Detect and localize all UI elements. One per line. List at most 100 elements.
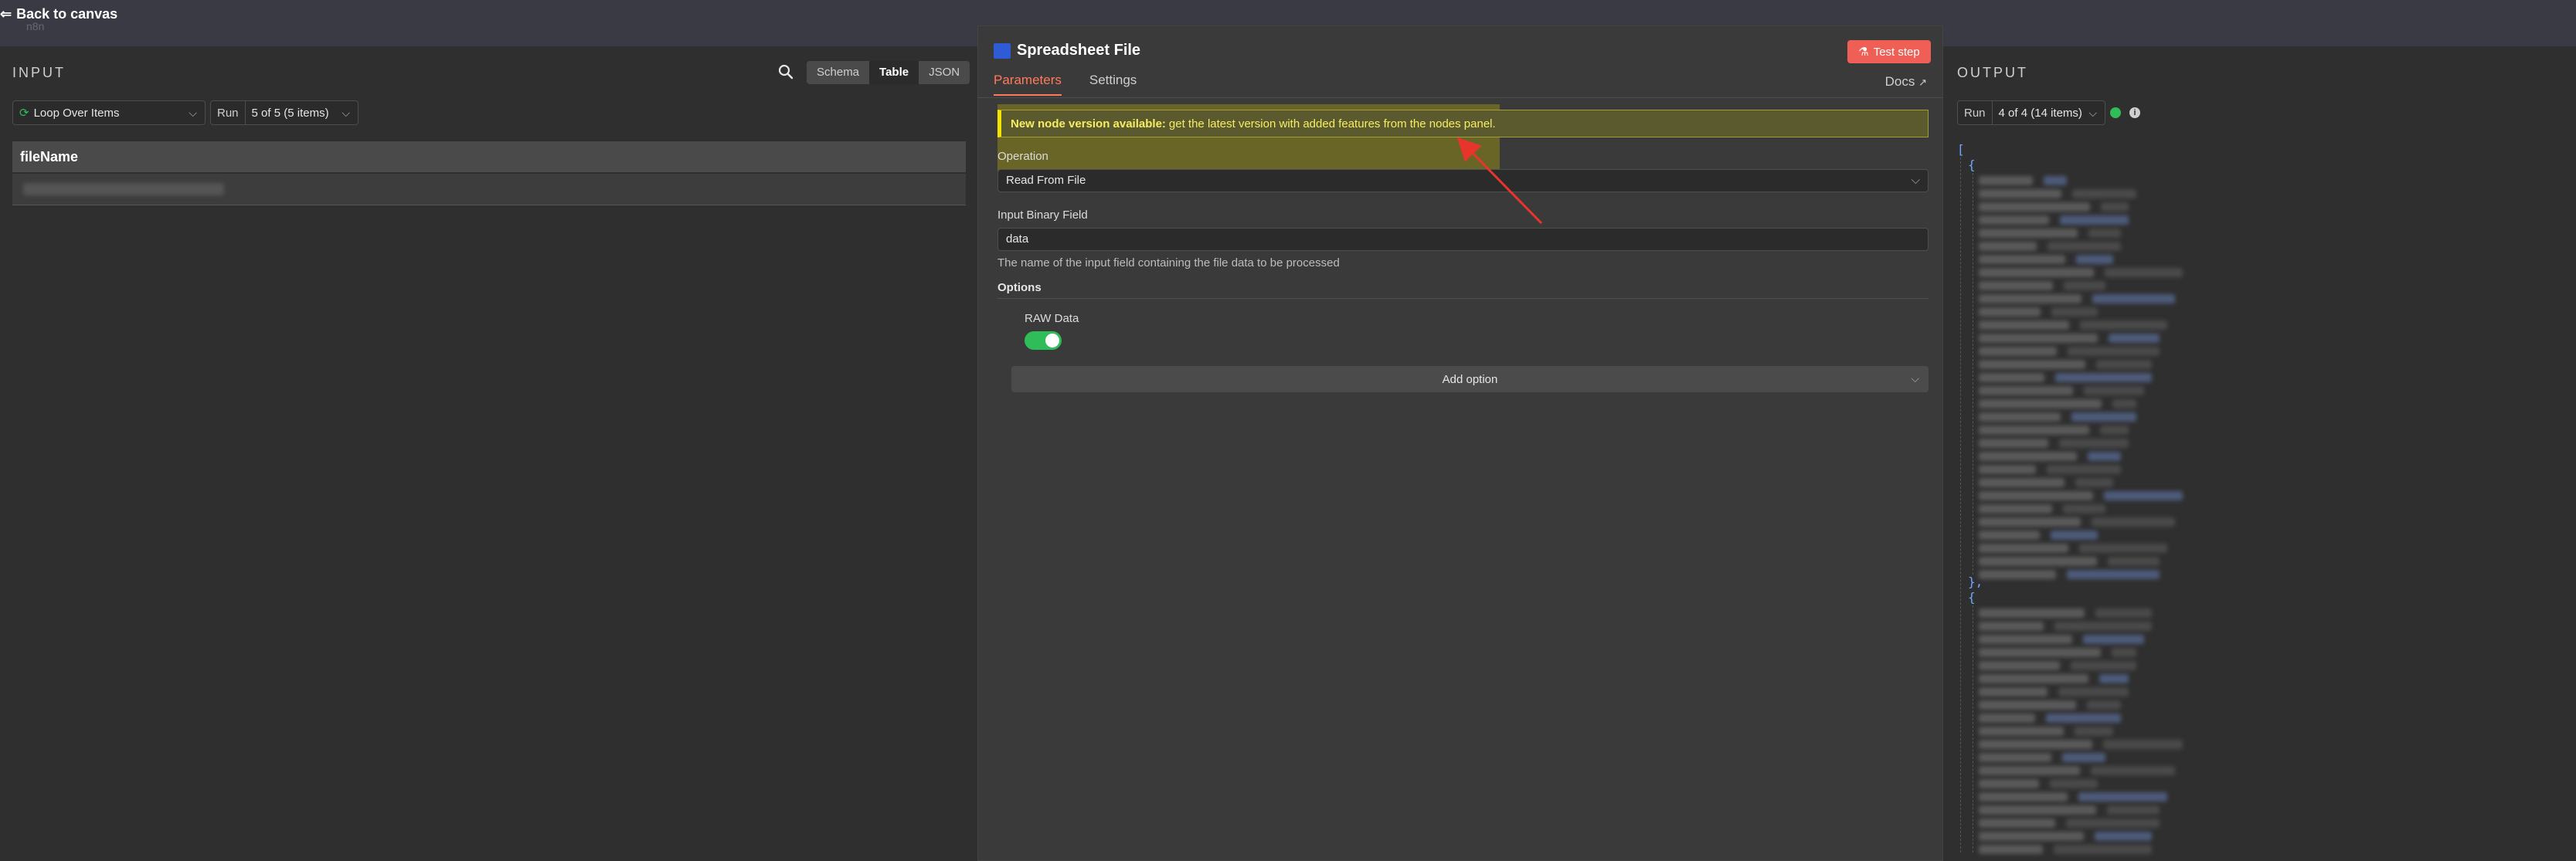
redacted-json-line xyxy=(1979,608,2085,618)
raw-data-toggle[interactable] xyxy=(1025,331,1062,350)
run-value: 5 of 5 (5 items) xyxy=(251,106,329,120)
redacted-json-line xyxy=(2100,425,2129,435)
tab-settings[interactable]: Settings xyxy=(1089,73,1137,96)
redacted-json-line xyxy=(2064,281,2105,290)
docs-label: Docs xyxy=(1884,74,1915,89)
redacted-json-line xyxy=(2083,635,2144,644)
redacted-json-line xyxy=(2101,202,2129,212)
output-run-select[interactable]: Run 4 of 4 (14 items) ⌵ xyxy=(1957,100,2105,125)
logo-text: n8n xyxy=(26,20,45,32)
redacted-json-line xyxy=(1979,504,2052,514)
view-mode-switch: Schema Table JSON xyxy=(807,61,970,84)
redacted-json-line xyxy=(2088,229,2121,238)
redacted-json-line xyxy=(2058,687,2129,697)
redacted-json-line xyxy=(2051,530,2098,540)
redacted-json-line xyxy=(2092,517,2175,527)
back-arrow-icon: ⇐ xyxy=(0,6,12,22)
notice-title: New node version available: xyxy=(1011,117,1166,131)
redacted-json-line xyxy=(1979,766,2080,775)
redacted-json-line xyxy=(2072,189,2136,198)
run-select[interactable]: Run 5 of 5 (5 items) ⌵ xyxy=(210,100,359,125)
redacted-json-line xyxy=(1979,268,2094,277)
operation-value: Read From File xyxy=(1006,174,1086,187)
redacted-json-line xyxy=(1979,674,2088,683)
back-to-canvas-link[interactable]: ⇐ Back to canvas xyxy=(0,6,117,22)
redacted-json-line xyxy=(1979,700,2076,710)
operation-select[interactable]: Read From File ⌵ xyxy=(997,169,1929,192)
node-tabs: Parameters Settings xyxy=(994,73,1137,96)
redacted-json-line xyxy=(1979,360,2085,369)
table-row[interactable] xyxy=(12,174,966,205)
redacted-json-line xyxy=(2079,544,2167,553)
redacted-json-line xyxy=(1979,320,2069,330)
redacted-json-line xyxy=(2071,412,2136,422)
redacted-json-line xyxy=(1979,530,2040,540)
redacted-json-line xyxy=(1979,832,2084,841)
output-title: OUTPUT xyxy=(1957,65,2028,80)
redacted-json-line xyxy=(1979,439,2048,448)
options-title: Options xyxy=(997,281,1042,294)
redacted-json-line xyxy=(2050,779,2098,788)
redacted-json-line xyxy=(2092,294,2175,303)
view-tab-schema[interactable]: Schema xyxy=(807,61,869,84)
raw-data-label: RAW Data xyxy=(1025,312,1079,325)
redacted-json-line xyxy=(2060,215,2129,225)
redacted-json-line xyxy=(1979,557,2097,566)
test-step-button[interactable]: ⚗ Test step xyxy=(1847,40,1931,63)
redacted-json-line xyxy=(2088,452,2121,461)
redacted-json-line xyxy=(1979,779,2039,788)
redacted-json-line xyxy=(2044,176,2067,185)
redacted-json-line xyxy=(1979,819,2055,828)
redacted-json-line xyxy=(2112,648,2136,657)
redacted-json-line xyxy=(1979,792,2068,802)
source-node-select[interactable]: ⟳ Loop Over Items ⌵ xyxy=(12,100,206,125)
view-tab-json[interactable]: JSON xyxy=(919,61,970,84)
redacted-json-line xyxy=(2054,622,2152,631)
redacted-json-line xyxy=(1979,452,2077,461)
docs-link[interactable]: Docs ↗ xyxy=(1885,74,1927,90)
redacted-json-line xyxy=(1979,176,2033,185)
operation-label: Operation xyxy=(997,150,1048,163)
chevron-down-icon: ⌵ xyxy=(189,107,197,119)
redacted-json-line xyxy=(1979,517,2081,527)
options-divider xyxy=(997,298,1929,299)
redacted-json-line xyxy=(2096,360,2152,369)
redacted-json-line xyxy=(2095,608,2152,618)
redacted-json-line xyxy=(2105,268,2183,277)
chevron-down-icon: ⌵ xyxy=(1911,372,1919,385)
redacted-json-line xyxy=(1979,399,2102,408)
redacted-json-line xyxy=(1979,189,2061,198)
redacted-json-line xyxy=(1979,386,2073,395)
test-step-label: Test step xyxy=(1873,45,1920,59)
redacted-json-line xyxy=(1979,215,2049,225)
binary-field-value: data xyxy=(1006,232,1029,246)
info-icon[interactable]: i xyxy=(2129,107,2140,118)
add-option-button[interactable]: Add option ⌵ xyxy=(1011,366,1929,392)
redacted-json-line xyxy=(1979,753,2051,762)
redacted-json-line xyxy=(2108,557,2160,566)
redacted-json-line xyxy=(2048,242,2121,251)
tab-parameters[interactable]: Parameters xyxy=(994,73,1062,96)
search-icon[interactable] xyxy=(777,63,794,80)
redacted-json-line xyxy=(1979,544,2068,553)
redacted-json-line xyxy=(1979,202,2090,212)
flask-icon: ⚗ xyxy=(1858,46,1869,59)
redacted-json-line xyxy=(1979,425,2089,435)
node-settings-panel: Spreadsheet File ⚗ Test step Parameters … xyxy=(977,25,1943,861)
run-label: Run xyxy=(211,101,246,124)
node-title[interactable]: Spreadsheet File xyxy=(1017,42,1140,59)
view-tab-table[interactable]: Table xyxy=(869,61,919,84)
redacted-json-line xyxy=(2068,347,2160,356)
redacted-json-line xyxy=(2104,491,2183,500)
redacted-json-line xyxy=(2076,255,2113,264)
chevron-down-icon: ⌵ xyxy=(1911,174,1920,187)
redacted-json-line xyxy=(1979,805,2096,815)
chevron-down-icon: ⌵ xyxy=(2088,107,2097,119)
tabs-divider xyxy=(978,97,1942,98)
redacted-json-line xyxy=(1979,740,2092,749)
binary-field-input[interactable]: data xyxy=(997,228,1929,251)
redacted-json-line xyxy=(2063,504,2105,514)
notice-message: get the latest version with added featur… xyxy=(1168,117,1496,131)
redacted-json-line xyxy=(2054,845,2152,854)
redacted-json-line xyxy=(2099,674,2129,683)
